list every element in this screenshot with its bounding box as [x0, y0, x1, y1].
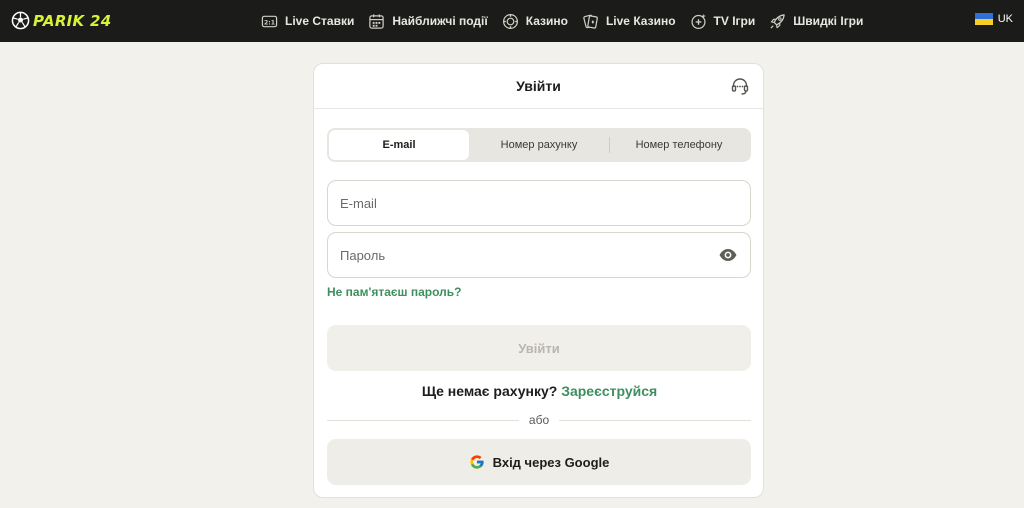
register-link[interactable]: Зареєструйся: [561, 383, 657, 399]
login-method-tabs: E-mail Номер рахунку Номер телефону: [327, 128, 751, 162]
nav-label: Швидкі Ігри: [793, 14, 864, 28]
divider-text: або: [528, 413, 550, 427]
login-submit-button[interactable]: Увійти: [327, 325, 751, 371]
nav-label: Live Казино: [605, 14, 676, 28]
nav-live-bets[interactable]: 2:1 Live Ставки: [261, 13, 354, 30]
login-card: Увійти E-mail Номер рахунку Номер телефо…: [313, 63, 764, 498]
nav-upcoming-events[interactable]: Найближчі події: [368, 13, 488, 30]
cards-icon: [583, 14, 598, 29]
tv-games-icon: [690, 13, 706, 29]
nav-casino[interactable]: Казино: [502, 13, 568, 30]
google-icon: [469, 455, 484, 469]
language-code: UK: [997, 13, 1013, 25]
divider-line: [559, 419, 752, 421]
logo[interactable]: PARIK 24: [11, 11, 111, 30]
live-score-icon: 2:1: [261, 15, 278, 27]
google-login-button[interactable]: Вхід через Google: [327, 439, 751, 485]
page-title: Увійти: [516, 78, 561, 94]
tab-account-number[interactable]: Номер рахунку: [469, 130, 609, 160]
login-header: Увійти: [314, 64, 763, 109]
nav-fast-games[interactable]: Швидкі Ігри: [769, 13, 863, 30]
divider-line: [327, 419, 519, 421]
register-text: Ще немає рахунку?: [421, 383, 558, 399]
language-selector[interactable]: UK: [974, 13, 1013, 25]
support-headset-icon[interactable]: [730, 76, 750, 96]
svg-text:2:1: 2:1: [264, 19, 275, 26]
tab-email[interactable]: E-mail: [329, 130, 469, 160]
nav-label: Найближчі події: [392, 14, 488, 28]
top-bar: PARIK 24 2:1 Live Ставки Найближчі події: [0, 0, 1024, 42]
eye-icon[interactable]: [718, 245, 738, 265]
register-prompt: Ще немає рахунку? Зареєструйся: [314, 383, 765, 399]
main-nav: 2:1 Live Ставки Найближчі події Казино L…: [261, 0, 877, 42]
nav-label: TV Ігри: [713, 14, 756, 28]
nav-label: Казино: [525, 14, 568, 28]
forgot-password-link[interactable]: Не пам'ятаєш пароль?: [327, 285, 461, 299]
rocket-icon: [770, 13, 785, 29]
casino-chip-icon: [502, 13, 518, 29]
email-field-box: [327, 180, 751, 226]
nav-tv-games[interactable]: TV Ігри: [690, 13, 756, 30]
password-field-box: [327, 232, 751, 278]
google-login-label: Вхід через Google: [492, 454, 610, 470]
nav-live-casino[interactable]: Live Казино: [582, 13, 676, 30]
logo-text: PARIK 24: [33, 11, 112, 30]
tab-phone-number[interactable]: Номер телефону: [609, 130, 749, 160]
calendar-icon: [369, 13, 385, 29]
ukraine-flag-icon: [974, 13, 993, 25]
or-divider: або: [327, 412, 752, 428]
password-input[interactable]: [340, 247, 718, 263]
nav-label: Live Ставки: [285, 14, 355, 28]
soccer-ball-icon: [11, 11, 30, 30]
email-input[interactable]: [340, 195, 738, 211]
